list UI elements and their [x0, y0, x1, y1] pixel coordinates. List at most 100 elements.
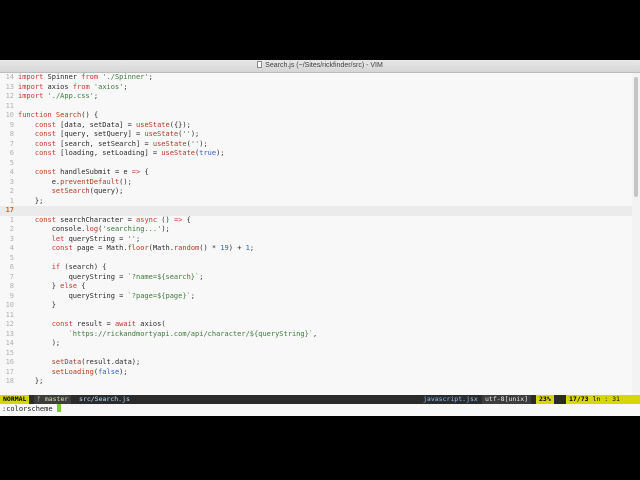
code-line[interactable]: 2 console.log('searching...'); — [0, 225, 632, 235]
code-line[interactable]: 9 queryString = `?page=${page}`; — [0, 292, 632, 302]
line-number: 18 — [5, 377, 14, 385]
scrollbar-thumb[interactable] — [634, 77, 638, 197]
code-token: queryString = — [64, 234, 128, 243]
code-line[interactable]: 7 const [search, setSearch] = useState('… — [0, 140, 632, 150]
code-line[interactable]: 12 const result = await axios( — [0, 320, 632, 330]
code-token: page = Math. — [72, 244, 128, 252]
code-line[interactable]: 5 — [0, 159, 632, 169]
code-editor[interactable]: 14 import Spinner from './Spinner'; 13 impo… — [0, 73, 632, 407]
code-line[interactable]: 10 } — [0, 301, 632, 311]
code-line[interactable]: 5 — [0, 254, 632, 264]
code-line[interactable]: 4 const page = Math.floor(Math.random() … — [0, 244, 632, 254]
code-line[interactable]: 3 let queryString = ''; — [0, 235, 632, 245]
code-token: { — [182, 215, 191, 224]
command-line[interactable]: :colorscheme — [0, 404, 640, 416]
line-number: 10 — [5, 111, 14, 119]
code-token: ; — [123, 82, 128, 91]
line-number: 14 — [5, 73, 14, 81]
code-line[interactable]: 10 function Search() { — [0, 111, 632, 121]
code-token: `?name=${search}` — [127, 272, 200, 281]
code-line[interactable]: 11 — [0, 311, 632, 321]
code-token: } — [18, 282, 61, 290]
code-line[interactable]: 4 const handleSubmit = e => { — [0, 168, 632, 178]
code-token: , — [313, 329, 318, 338]
code-line[interactable]: 17 setLoading(false); — [0, 368, 632, 378]
line-number: 6 — [9, 263, 14, 271]
code-token: from — [81, 73, 99, 81]
code-token: [data, setData] = — [55, 120, 137, 129]
line-number: 3 — [9, 177, 14, 186]
code-line[interactable]: 16 setData(result.data); — [0, 358, 632, 368]
code-line[interactable]: 9 const [data, setData] = useState({}); — [0, 121, 632, 131]
code-token: (search) { — [60, 263, 107, 271]
code-token: (result.data); — [81, 358, 141, 366]
line-number: 7 — [9, 139, 14, 148]
code-token: axios — [43, 82, 73, 91]
line-number: 13 — [5, 82, 14, 91]
window-title-wrap: Search.js (~/Sites/rickfinder/src) - VIM — [0, 61, 640, 71]
code-line[interactable]: 14 import Spinner from './Spinner'; — [0, 73, 632, 83]
line-number: 2 — [9, 187, 14, 195]
code-line[interactable]: 8 const [query, setQuery] = useState('')… — [0, 130, 632, 140]
code-token: const — [34, 215, 56, 224]
code-token: e. — [18, 177, 61, 186]
line-number: 5 — [9, 253, 14, 262]
code-token: result = — [72, 320, 115, 328]
code-token: setLoading — [51, 367, 94, 376]
current-code-line[interactable]: 17 — [0, 206, 632, 216]
code-line[interactable]: 11 — [0, 102, 632, 112]
code-line[interactable]: 18 }; — [0, 377, 632, 387]
code-token: ); — [18, 339, 61, 347]
line-number: 9 — [9, 291, 14, 300]
scroll-percent: 23% — [536, 395, 554, 404]
code-token: (Math. — [148, 244, 174, 252]
code-token: ; — [148, 73, 153, 81]
code-line[interactable]: 12 import './App.css'; — [0, 92, 632, 102]
scrollbar[interactable] — [632, 73, 640, 407]
code-token: '' — [190, 139, 200, 148]
code-token: ); — [161, 225, 170, 233]
line-number: 16 — [5, 358, 14, 366]
code-token: async — [136, 215, 158, 224]
code-token: useState — [161, 149, 196, 157]
code-line[interactable]: 1 const searchCharacter = async () => { — [0, 216, 632, 226]
code-line[interactable]: 13 import axios from 'axios'; — [0, 83, 632, 93]
code-token: log — [85, 225, 99, 233]
code-token: ; — [190, 291, 196, 300]
code-token: import — [18, 92, 44, 100]
status-line: NORMAL ᚠ master src/Search.js javascript… — [0, 395, 640, 404]
code-token: from — [72, 82, 90, 91]
code-line[interactable]: 6 if (search) { — [0, 263, 632, 273]
code-token: const — [34, 149, 56, 157]
code-token: ) + — [228, 244, 246, 252]
line-number: 1 — [9, 196, 14, 205]
line-number: 13 — [5, 329, 14, 338]
document-icon — [257, 61, 263, 68]
line-number: 5 — [9, 158, 14, 167]
code-token: [loading, setLoading] = — [55, 149, 162, 157]
code-token: (query); — [89, 187, 124, 195]
code-line[interactable]: 1 }; — [0, 197, 632, 207]
code-token: ; — [249, 244, 255, 252]
code-line[interactable]: 13 `https://rickandmortyapi.com/api/char… — [0, 330, 632, 340]
text-cursor — [56, 404, 61, 412]
code-line[interactable]: 3 e.preventDefault(); — [0, 178, 632, 188]
code-line[interactable]: 14 ); — [0, 339, 632, 349]
code-line[interactable]: 6 const [loading, setLoading] = useState… — [0, 149, 632, 159]
code-token: ); — [199, 139, 208, 148]
code-token: import — [18, 73, 44, 81]
code-token: false — [98, 367, 120, 376]
code-line[interactable]: 2 setSearch(query); — [0, 187, 632, 197]
code-token: [search, setSearch] = — [55, 139, 153, 148]
code-token: ); — [119, 367, 128, 376]
code-line[interactable]: 8 } else { — [0, 282, 632, 292]
code-line[interactable]: 7 queryString = `?name=${search}`; — [0, 273, 632, 283]
code-token: if — [51, 263, 61, 271]
code-line[interactable]: 15 — [0, 349, 632, 359]
